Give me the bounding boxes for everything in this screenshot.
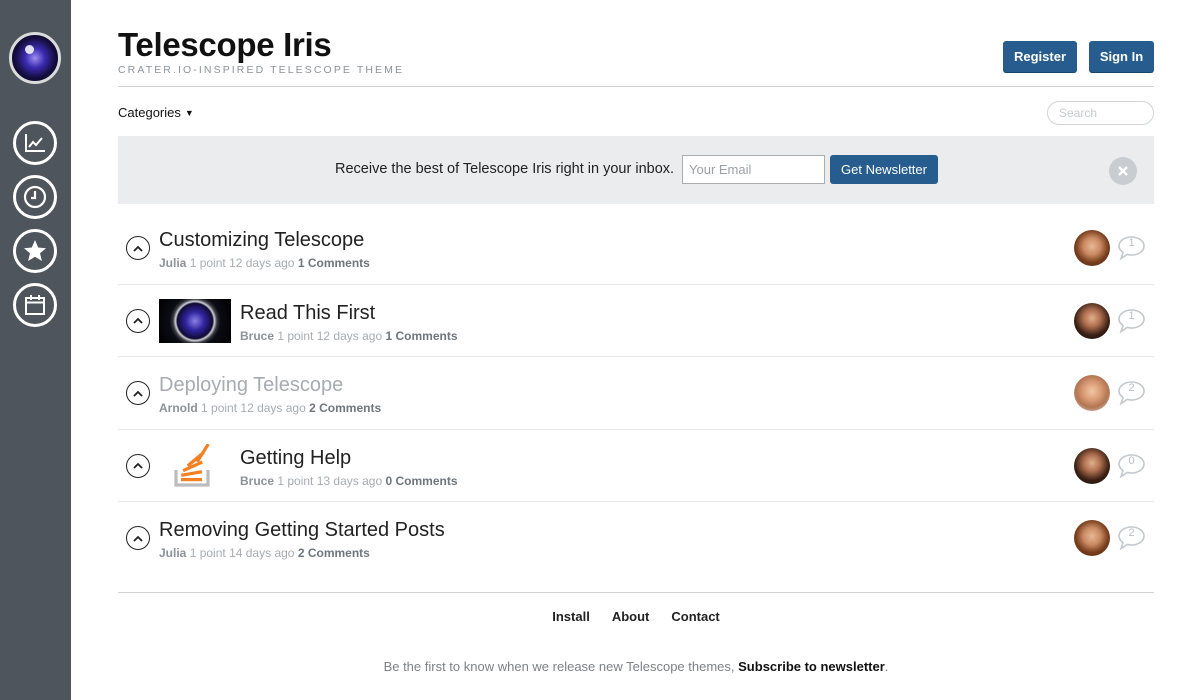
post-comments-link[interactable]: 0 Comments [385, 474, 457, 488]
post-comments-link[interactable]: 1 Comments [298, 256, 370, 270]
upvote-icon[interactable] [126, 526, 150, 550]
avatar[interactable] [1074, 302, 1110, 339]
telescope-lens-logo[interactable] [9, 32, 61, 84]
post-title[interactable]: Read This First [240, 302, 375, 325]
post-age: 12 days ago [240, 401, 306, 415]
post-item: Removing Getting Started Posts Julia 1 p… [118, 502, 1154, 575]
footer-link-about[interactable]: About [612, 609, 650, 624]
stack-overflow-icon[interactable] [159, 442, 231, 488]
comment-count: 2 [1128, 527, 1135, 539]
post-comments-link[interactable]: 1 Comments [385, 329, 457, 343]
post-title[interactable]: Customizing Telescope [159, 229, 364, 252]
posts-list: Customizing Telescope Julia 1 point 12 d… [118, 212, 1154, 575]
post-title[interactable]: Getting Help [240, 447, 351, 470]
comment-bubble-icon[interactable]: 1 [1117, 235, 1146, 261]
post-points: 1 point [189, 546, 226, 560]
comment-count: 1 [1128, 237, 1135, 249]
post-author[interactable]: Julia [159, 546, 186, 560]
site-tagline: CRATER.IO-INSPIRED TELESCOPE THEME [118, 64, 405, 76]
post-age: 14 days ago [229, 546, 295, 560]
post-author[interactable]: Julia [159, 256, 186, 270]
upvote-icon[interactable] [126, 308, 150, 333]
footer-note-end: . [884, 659, 889, 674]
post-title[interactable]: Deploying Telescope [159, 374, 343, 397]
categories-dropdown[interactable]: Categories ▼ [118, 105, 194, 120]
site-title[interactable]: Telescope Iris [118, 26, 332, 64]
get-newsletter-button[interactable]: Get Newsletter [830, 155, 938, 184]
post-meta: Julia 1 point 14 days ago 2 Comments [159, 546, 370, 560]
search-input[interactable] [1047, 101, 1154, 125]
post-author[interactable]: Bruce [240, 329, 274, 343]
newsletter-text: Receive the best of Telescope Iris right… [335, 161, 675, 177]
post-meta: Arnold 1 point 12 days ago 2 Comments [159, 401, 381, 415]
post-meta: Bruce 1 point 12 days ago 1 Comments [240, 329, 458, 343]
comment-bubble-icon[interactable]: 0 [1117, 453, 1146, 479]
trending-chart-icon[interactable] [13, 121, 57, 165]
post-comments-link[interactable]: 2 Comments [298, 546, 370, 560]
post-author[interactable]: Arnold [159, 401, 198, 415]
post-comments-link[interactable]: 2 Comments [309, 401, 381, 415]
sidebar [0, 0, 71, 700]
post-points: 1 point [201, 401, 238, 415]
page: Telescope Iris CRATER.IO-INSPIRED TELESC… [0, 0, 1200, 700]
comment-count: 0 [1128, 454, 1135, 467]
comment-bubble-icon[interactable]: 1 [1117, 308, 1146, 334]
avatar[interactable] [1074, 447, 1110, 484]
post-meta: Bruce 1 point 13 days ago 0 Comments [240, 474, 458, 488]
avatar[interactable] [1074, 230, 1110, 266]
post-item: Customizing Telescope Julia 1 point 12 d… [118, 212, 1154, 285]
comment-bubble-icon[interactable]: 2 [1117, 380, 1146, 406]
star-icon[interactable] [13, 229, 57, 273]
comment-count: 1 [1128, 309, 1135, 322]
comment-bubble-icon[interactable]: 2 [1117, 525, 1146, 551]
post-item: Getting Help Bruce 1 point 13 days ago 0… [118, 430, 1154, 502]
newsletter-banner: Receive the best of Telescope Iris right… [118, 136, 1154, 204]
avatar[interactable] [1074, 375, 1110, 411]
post-item: Deploying Telescope Arnold 1 point 12 da… [118, 357, 1154, 430]
clock-icon[interactable] [13, 175, 57, 219]
upvote-icon[interactable] [126, 236, 150, 260]
header-divider [118, 86, 1154, 87]
post-meta: Julia 1 point 12 days ago 1 Comments [159, 256, 370, 270]
categories-label: Categories [118, 105, 181, 120]
footer-note: Be the first to know when we release new… [0, 659, 1200, 674]
sign-in-button[interactable]: Sign In [1089, 41, 1154, 72]
post-points: 1 point [277, 328, 314, 343]
close-icon[interactable] [1109, 157, 1137, 185]
post-thumbnail[interactable] [159, 298, 231, 343]
footer-links: Install About Contact [0, 609, 1200, 624]
footer-link-install[interactable]: Install [552, 609, 590, 624]
footer-note-text: Be the first to know when we release new… [383, 659, 735, 674]
avatar[interactable] [1074, 520, 1110, 556]
post-points: 1 point [277, 473, 314, 488]
footer-divider [118, 592, 1154, 593]
upvote-icon[interactable] [126, 381, 150, 405]
calendar-icon[interactable] [13, 283, 57, 327]
footer-link-contact[interactable]: Contact [671, 609, 719, 624]
post-age: 12 days ago [229, 256, 295, 270]
caret-down-icon: ▼ [184, 108, 194, 118]
subscribe-link[interactable]: Subscribe to newsletter [738, 659, 885, 674]
post-points: 1 point [189, 256, 226, 270]
comment-count: 2 [1128, 382, 1135, 394]
newsletter-email-input[interactable] [682, 155, 825, 184]
post-item: Read This First Bruce 1 point 12 days ag… [118, 285, 1154, 357]
post-age: 12 days ago [316, 328, 383, 343]
post-author[interactable]: Bruce [240, 474, 274, 488]
post-title[interactable]: Removing Getting Started Posts [159, 519, 445, 542]
register-button[interactable]: Register [1003, 41, 1077, 72]
upvote-icon[interactable] [126, 453, 150, 478]
post-age: 13 days ago [316, 473, 383, 488]
